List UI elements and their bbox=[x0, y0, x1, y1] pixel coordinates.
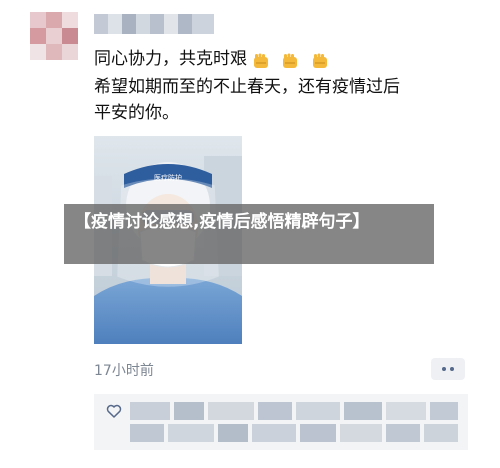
title-banner: 【疫情讨论感想,疫情后感悟精辟句子】 bbox=[64, 204, 434, 264]
nickname[interactable] bbox=[94, 14, 214, 34]
more-dots-icon[interactable] bbox=[431, 358, 465, 380]
post-timestamp: 17小时前 bbox=[94, 363, 154, 379]
post-line-1: 同心协力，共克时艰 bbox=[94, 46, 484, 74]
likes-panel bbox=[94, 394, 468, 450]
post-text: 同心协力，共克时艰 希望如期而至的不止春天，还有疫情过后 平安的你。 bbox=[94, 46, 484, 126]
post-line-3: 平安的你。 bbox=[94, 103, 179, 123]
post-line-2: 希望如期而至的不止春天，还有疫情过后 bbox=[94, 77, 400, 97]
fist-emoji-icon bbox=[283, 53, 298, 68]
dot bbox=[450, 367, 454, 371]
fist-emoji-icon bbox=[254, 53, 268, 68]
heart-icon[interactable] bbox=[106, 403, 122, 419]
emoji-group bbox=[251, 48, 334, 74]
fist-emoji-icon bbox=[312, 53, 327, 68]
dot bbox=[442, 367, 446, 371]
banner-title: 【疫情讨论感想,疫情后感悟精辟句子】 bbox=[74, 212, 370, 232]
avatar[interactable] bbox=[30, 12, 78, 60]
